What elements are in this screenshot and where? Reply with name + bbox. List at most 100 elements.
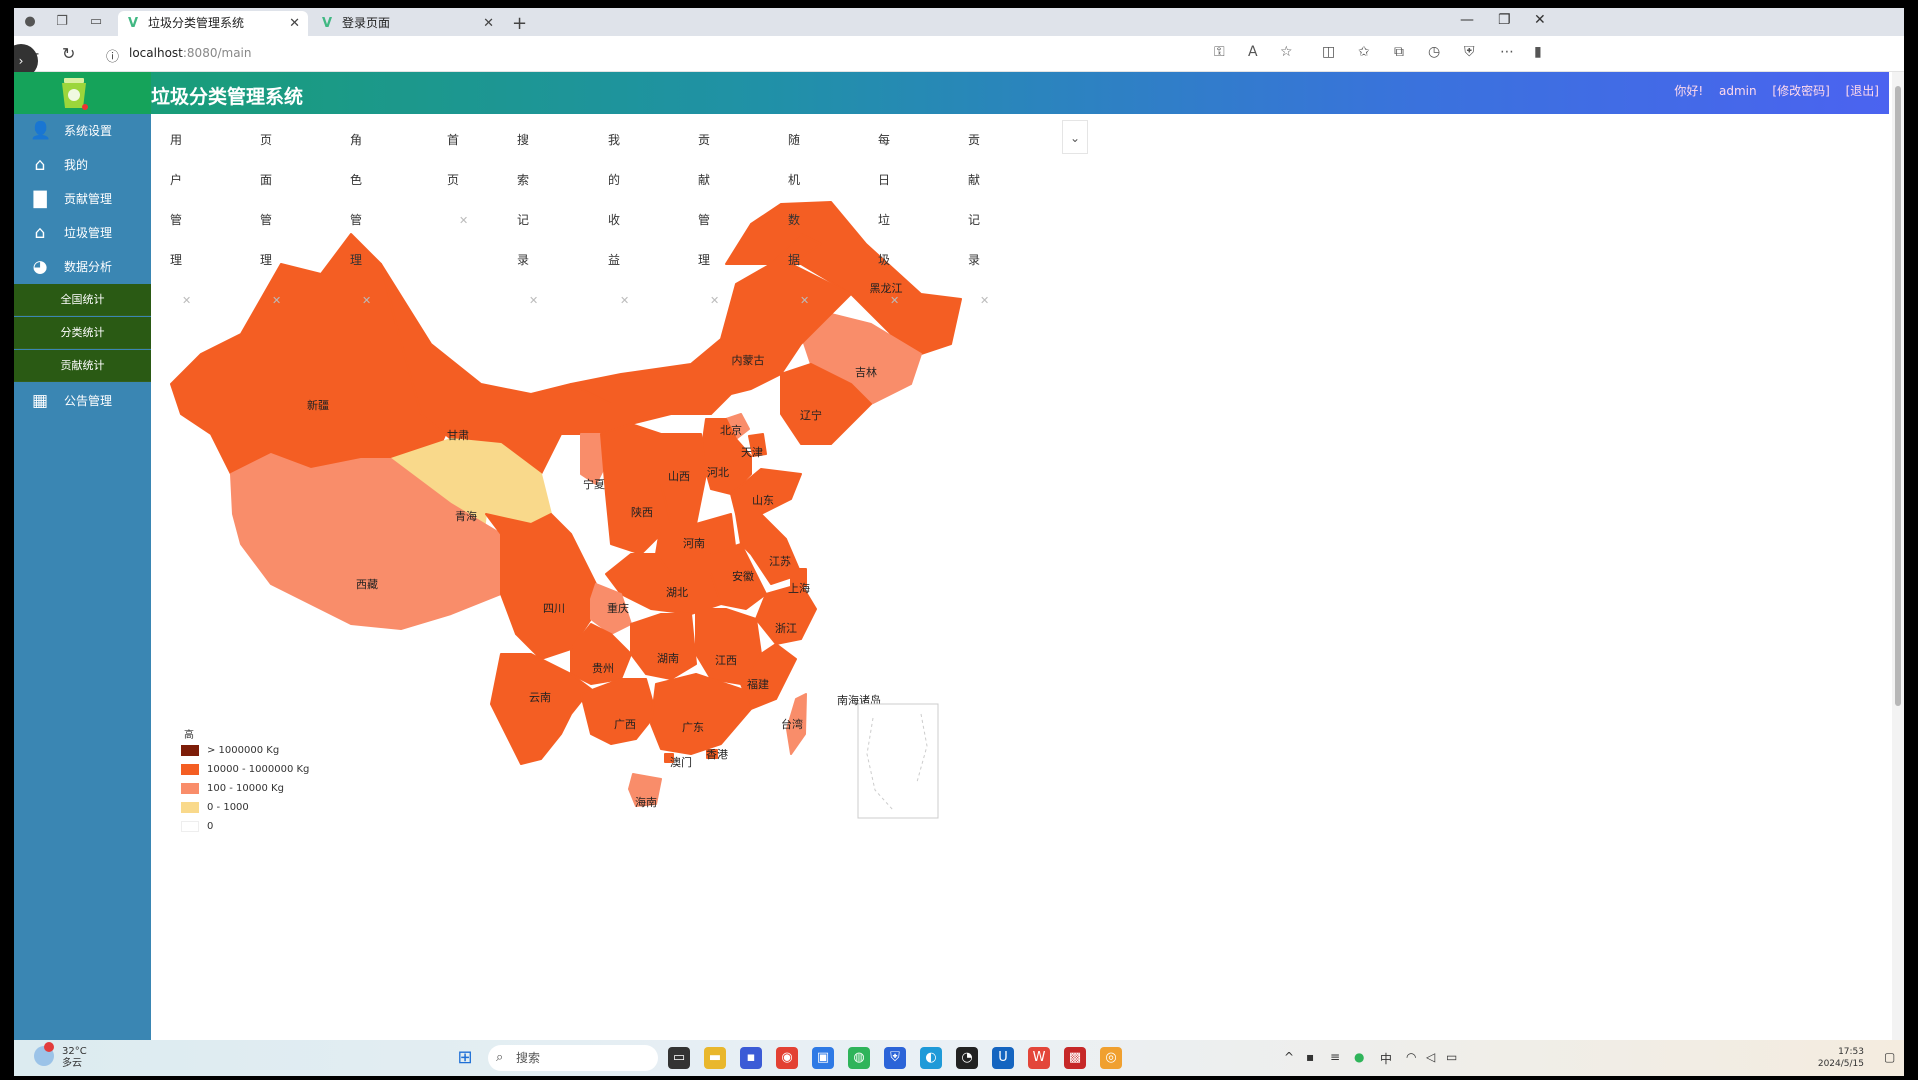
map-svg: 黑龙江吉林辽宁内蒙古北京天津河北山西山东新疆甘肃宁夏陕西青海西藏河南江苏安徽上海… xyxy=(170,201,962,819)
sidebar-item-garbage[interactable]: ⌂ 垃圾管理 xyxy=(14,216,151,250)
province-region[interactable] xyxy=(630,613,697,680)
ide-icon[interactable]: ▩ xyxy=(1064,1047,1086,1069)
read-aloud-icon[interactable]: A xyxy=(1248,44,1258,60)
key-icon[interactable]: ⚿ xyxy=(1214,44,1225,60)
wifi-icon[interactable]: ◠ xyxy=(1406,1050,1416,1064)
tab-contribution-management[interactable]: 贡献管理 ✕ xyxy=(698,120,719,307)
tab-role-management[interactable]: 角色管理 ✕ xyxy=(350,120,371,307)
refresh-icon[interactable]: ↻ xyxy=(62,44,75,63)
extensions-icon[interactable]: ⛨ xyxy=(1464,44,1475,60)
collections-icon[interactable]: ⧉ xyxy=(1394,44,1404,60)
profile-icon[interactable]: ● xyxy=(22,14,38,30)
close-icon[interactable]: ✕ xyxy=(459,214,468,227)
browser-app-icon[interactable]: ◎ xyxy=(1100,1047,1122,1069)
url-field[interactable]: localhost:8080/main xyxy=(129,46,251,60)
province-region[interactable] xyxy=(580,678,657,745)
sidebar-item-data-analysis[interactable]: ◕ 数据分析 xyxy=(14,250,151,284)
legend-item[interactable]: 10000 - 1000000 Kg xyxy=(181,764,309,778)
qq-icon[interactable]: ◔ xyxy=(956,1047,978,1069)
sidebar-item-contribution[interactable]: ▇ 贡献管理 xyxy=(14,182,151,216)
wps-icon[interactable]: W xyxy=(1028,1047,1050,1069)
app-u-icon[interactable]: U xyxy=(992,1047,1014,1069)
tab-page-management[interactable]: 页面管理 ✕ xyxy=(260,120,281,307)
scrollbar-thumb[interactable] xyxy=(1895,86,1901,706)
tab-user-management[interactable]: 用户管理 ✕ xyxy=(170,120,191,307)
wechat-icon[interactable]: ◍ xyxy=(848,1047,870,1069)
battery-icon[interactable]: ▭ xyxy=(1446,1050,1457,1064)
tray-wechat-icon[interactable]: ● xyxy=(1354,1050,1364,1064)
tabs-more-chevron-down-icon[interactable]: ⌄ xyxy=(1062,120,1088,154)
chrome-icon[interactable]: ◉ xyxy=(776,1047,798,1069)
store-icon[interactable]: ▣ xyxy=(812,1047,834,1069)
close-icon[interactable]: ✕ xyxy=(890,294,899,307)
security-icon[interactable]: ⛨ xyxy=(884,1047,906,1069)
clock[interactable]: 17:53 2024/5/15 xyxy=(1818,1046,1864,1070)
minimize-icon[interactable]: — xyxy=(1460,12,1474,28)
tray-app-icon[interactable]: ▪ xyxy=(1306,1050,1314,1064)
close-icon[interactable]: ✕ xyxy=(272,294,281,307)
legend-item[interactable]: 100 - 10000 Kg xyxy=(181,783,284,797)
new-tab-icon[interactable]: + xyxy=(512,11,527,36)
close-icon[interactable]: ✕ xyxy=(620,294,629,307)
close-tab-icon[interactable]: ✕ xyxy=(483,11,494,36)
legend-item[interactable]: 0 - 1000 xyxy=(181,802,249,816)
close-icon[interactable]: ✕ xyxy=(182,294,191,307)
close-icon[interactable]: ✕ xyxy=(980,294,989,307)
tab-random-data[interactable]: 随机数据 ✕ xyxy=(788,120,809,307)
legend-label: 10000 - 1000000 Kg xyxy=(207,764,310,775)
more-icon[interactable]: ⋯ xyxy=(1500,44,1514,60)
tab-my-earnings[interactable]: 我的收益 ✕ xyxy=(608,120,629,307)
logout-link[interactable]: [退出] xyxy=(1846,84,1879,98)
windows-start-icon[interactable]: ⊞ xyxy=(454,1047,476,1069)
favorite-star-icon[interactable]: ☆ xyxy=(1280,44,1293,60)
close-window-icon[interactable]: ✕ xyxy=(1534,12,1546,28)
tab-search-records[interactable]: 搜索记录 ✕ xyxy=(517,120,538,307)
close-tab-icon[interactable]: ✕ xyxy=(289,11,300,36)
close-icon[interactable]: ✕ xyxy=(710,294,719,307)
history-icon[interactable]: ◷ xyxy=(1428,44,1440,60)
sidebar-subitem-national-stats[interactable]: 全国统计 xyxy=(14,284,151,316)
legend-item[interactable]: > 1000000 Kg xyxy=(181,745,279,759)
task-view-icon[interactable]: ▭ xyxy=(668,1047,690,1069)
browser-tab-main[interactable]: V 垃圾分类管理系统 ✕ xyxy=(118,11,308,36)
volume-icon[interactable]: ◁ xyxy=(1426,1050,1435,1064)
province-label: 甘肃 xyxy=(447,429,469,442)
close-icon[interactable]: ✕ xyxy=(529,294,538,307)
close-icon[interactable]: ✕ xyxy=(800,294,809,307)
workspaces-icon[interactable]: ❐ xyxy=(54,14,70,30)
taskbar-search[interactable]: ⌕ 搜索 xyxy=(488,1045,658,1071)
province-label: 山西 xyxy=(668,470,690,483)
file-explorer-icon[interactable]: ▬ xyxy=(704,1047,726,1069)
split-screen-icon[interactable]: ◫ xyxy=(1322,44,1335,60)
tab-contribution-records[interactable]: 贡献记录 ✕ xyxy=(968,120,989,307)
tab-home[interactable]: 首页 ✕ xyxy=(447,120,468,227)
tray-app-icon[interactable]: ≡ xyxy=(1330,1050,1340,1064)
site-info-icon[interactable]: ⓘ xyxy=(106,46,119,65)
sidebar-item-system-settings[interactable]: 👤 系统设置 xyxy=(14,114,151,148)
browser-tab-login[interactable]: V 登录页面 ✕ xyxy=(312,11,502,36)
tab-actions-icon[interactable]: ▭ xyxy=(88,14,104,30)
close-icon[interactable]: ✕ xyxy=(362,294,371,307)
restore-icon[interactable]: ❐ xyxy=(1498,12,1511,28)
favorites-icon[interactable]: ✩ xyxy=(1358,44,1370,60)
tab-label: 搜索记录 xyxy=(517,133,530,267)
page-scrollbar[interactable] xyxy=(1892,72,1904,1040)
app-icon[interactable]: ▪ xyxy=(740,1047,762,1069)
ime-indicator[interactable]: 中 xyxy=(1380,1050,1392,1067)
legend-item[interactable]: 0 xyxy=(181,821,213,835)
tab-daily-garbage[interactable]: 每日垃圾 ✕ xyxy=(878,120,899,307)
notifications-icon[interactable]: ▢ xyxy=(1884,1050,1895,1064)
change-password-link[interactable]: [修改密码] xyxy=(1772,84,1829,98)
sidebar-item-label: 公告管理 xyxy=(64,394,113,408)
sidebar-subitem-contribution-stats[interactable]: 贡献统计 xyxy=(14,350,151,382)
sidebar-subitem-category-stats[interactable]: 分类统计 xyxy=(14,317,151,349)
sidebar-toggle-icon[interactable]: ▮ xyxy=(1534,44,1542,60)
province-label: 贵州 xyxy=(592,662,614,675)
edge-icon[interactable]: ◐ xyxy=(920,1047,942,1069)
sidebar-item-announcements[interactable]: ▦ 公告管理 xyxy=(14,384,151,418)
province-region[interactable] xyxy=(650,673,752,755)
china-map-chart: 黑龙江 吉林 辽宁 内蒙古 北京 天津 河北 山西 山东 新疆 甘肃 宁夏 陕西 青海 西藏 河南 江苏 安徽 上海… xyxy=(151,114,1889,1040)
vue-logo-icon: V xyxy=(322,16,333,31)
tray-chevron-up-icon[interactable]: ^ xyxy=(1284,1050,1294,1064)
sidebar-item-mine[interactable]: ⌂ 我的 xyxy=(14,148,151,182)
